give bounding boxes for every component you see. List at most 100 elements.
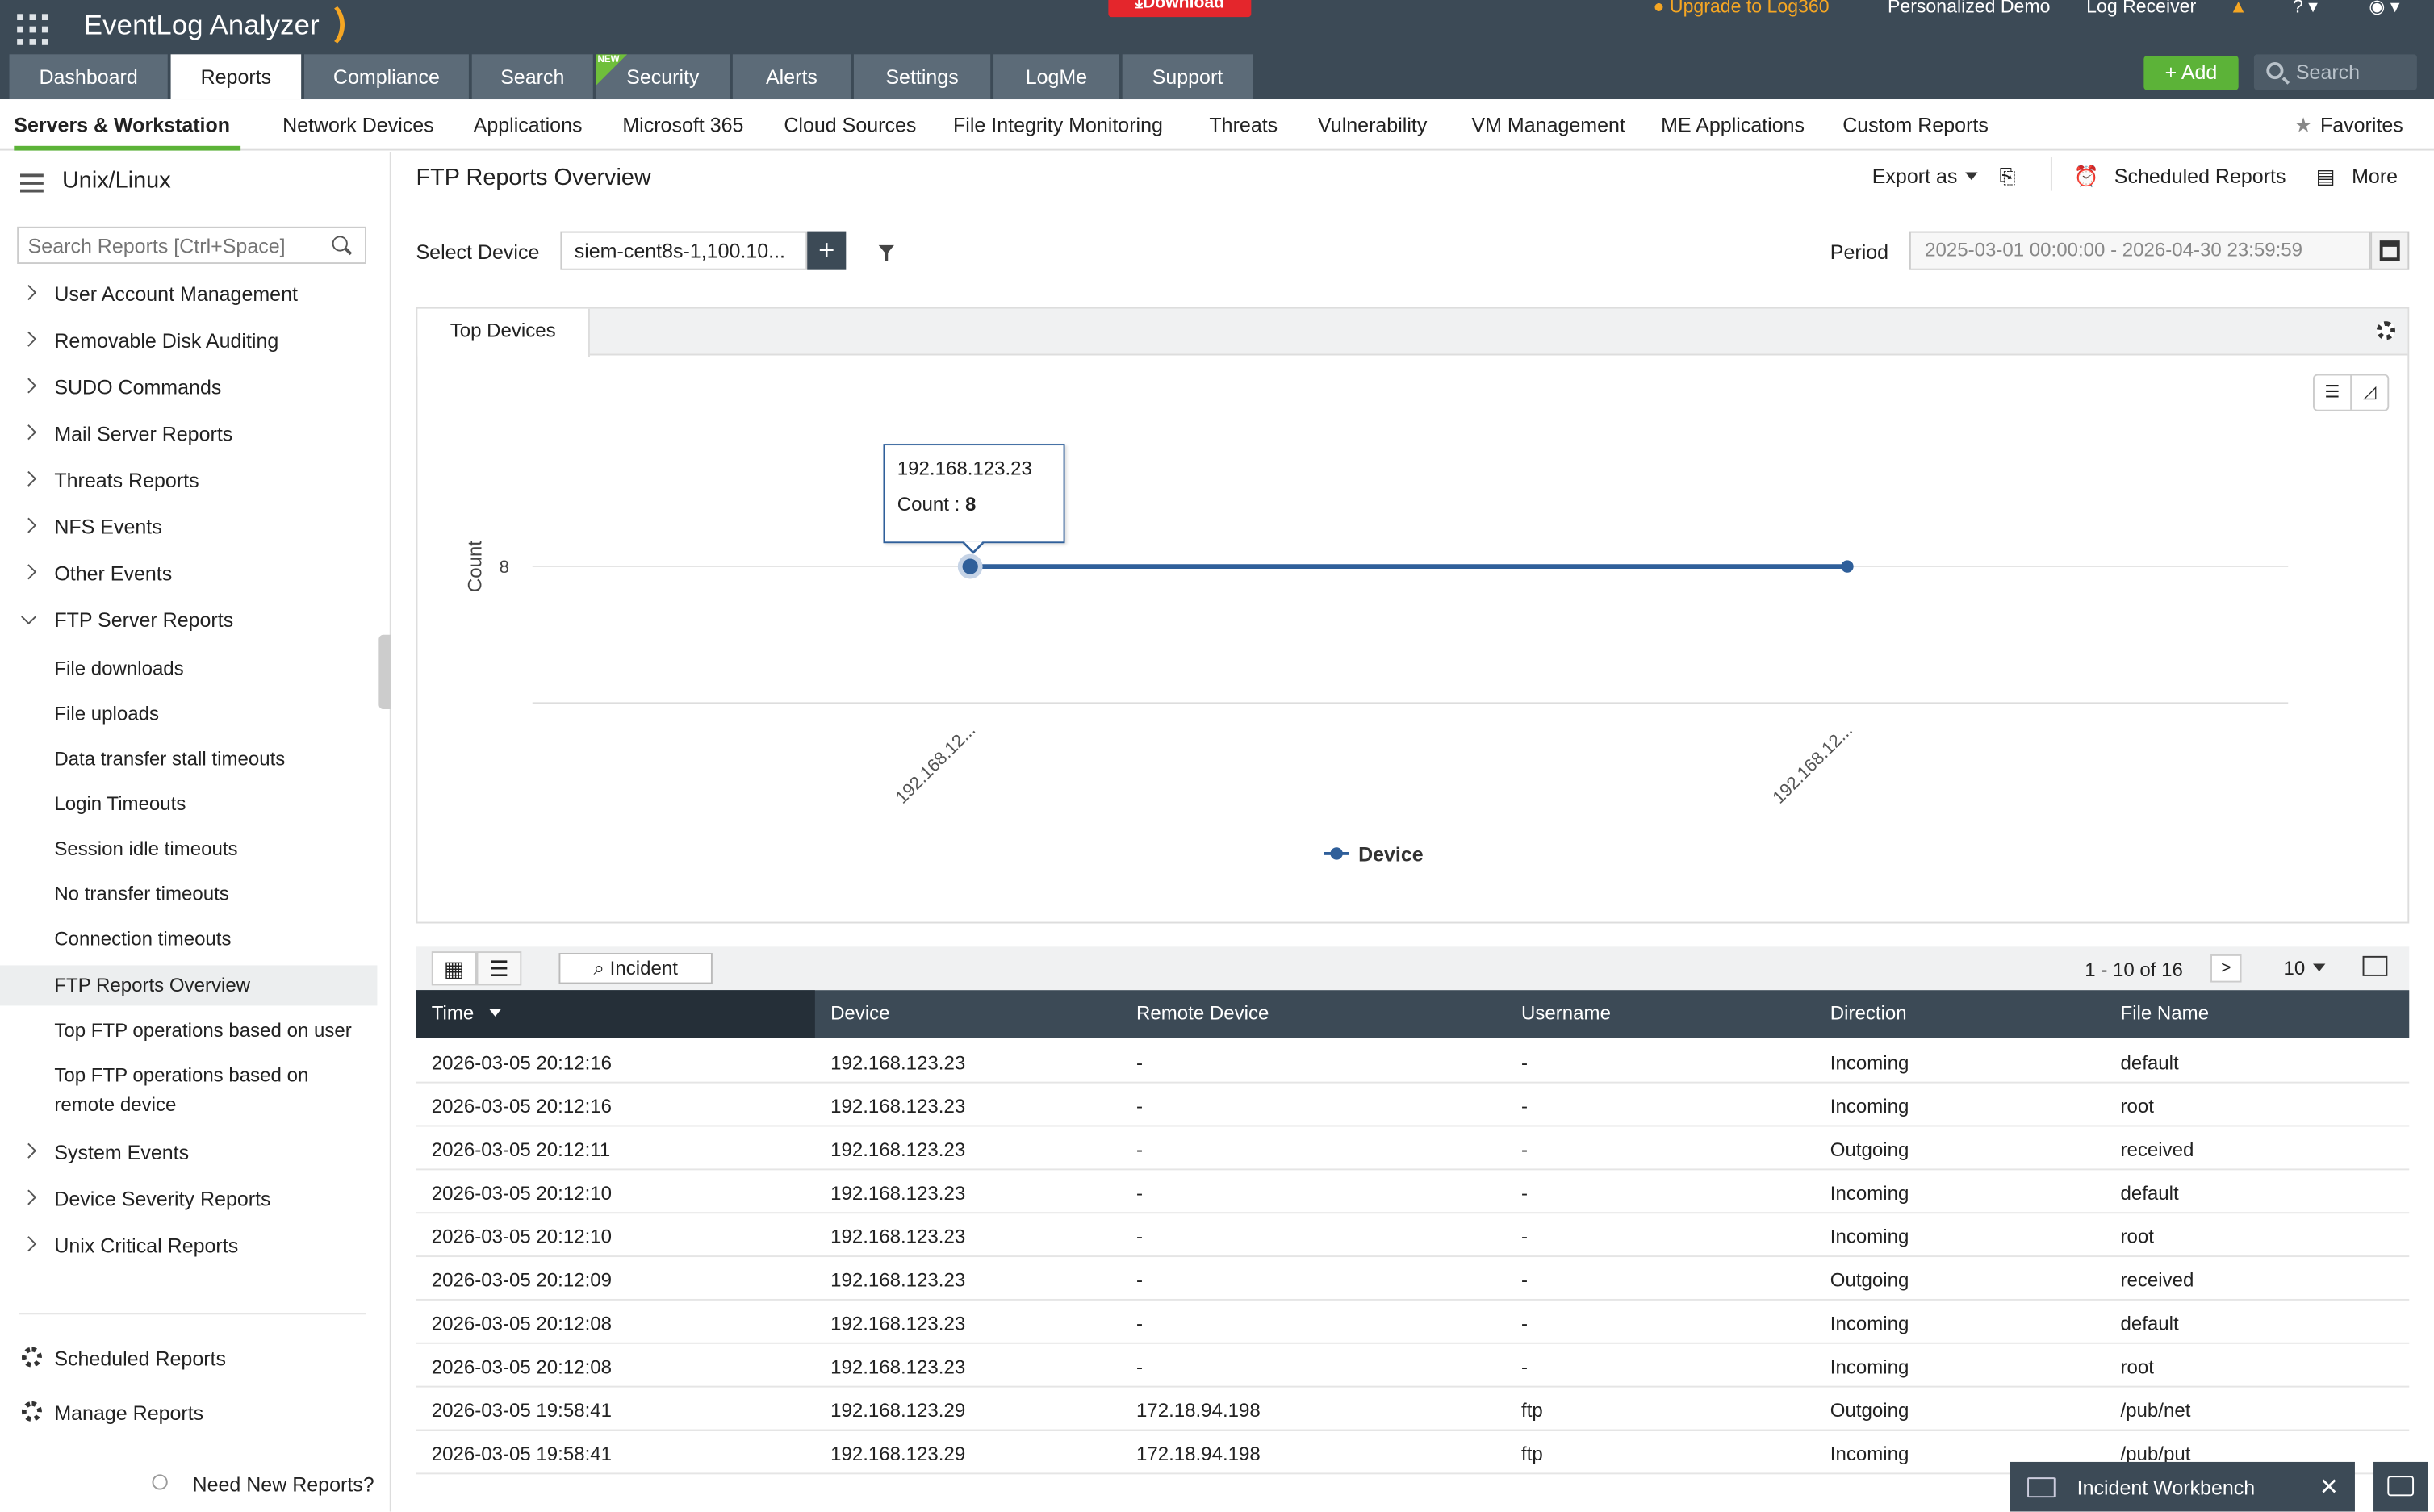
chevron-right-icon[interactable] xyxy=(21,564,37,580)
chevron-right-icon[interactable] xyxy=(21,517,37,533)
sidebar-subitem-no-transfer-timeouts[interactable]: No transfer timeouts xyxy=(54,880,228,910)
sidebar-item-threats-reports[interactable]: Threats Reports xyxy=(54,469,199,492)
column-header-time[interactable]: Time xyxy=(416,990,815,1038)
subnav-file-integrity-monitoring[interactable]: File Integrity Monitoring xyxy=(953,113,1163,136)
chevron-right-icon[interactable] xyxy=(21,1189,37,1205)
filter-icon[interactable] xyxy=(878,244,894,261)
chart-legend[interactable]: Device xyxy=(1324,842,1424,866)
chevron-right-icon[interactable] xyxy=(21,1142,37,1159)
table-row[interactable]: 2026-03-05 20:12:11 192.168.123.23 - - Outgo… xyxy=(416,1126,2410,1171)
subnav-vm-management[interactable]: VM Management xyxy=(1471,113,1625,136)
device-select[interactable]: siem-cent8s-1,100.10... xyxy=(560,231,808,270)
next-page-button[interactable]: > xyxy=(2210,954,2242,983)
sidebar-subitem-login-timeouts[interactable]: Login Timeouts xyxy=(54,790,186,820)
tab-search[interactable]: Search xyxy=(471,54,593,100)
sidebar-subitem-ftp-reports-overview[interactable]: FTP Reports Overview xyxy=(0,965,378,1006)
sidebar-item-system-events[interactable]: System Events xyxy=(54,1141,189,1164)
chevron-right-icon[interactable] xyxy=(21,331,37,347)
subnav-me-applications[interactable]: ME Applications xyxy=(1661,113,1805,136)
list-view-icon[interactable]: ☰ xyxy=(476,951,522,986)
sort-desc-icon[interactable] xyxy=(489,1009,502,1017)
column-header-file-name[interactable]: File Name xyxy=(2121,1003,2210,1025)
tab-logme[interactable]: LogMe xyxy=(993,54,1119,100)
chevron-right-icon[interactable] xyxy=(21,424,37,441)
tab-reports[interactable]: Reports xyxy=(170,54,302,100)
add-button[interactable]: + Add xyxy=(2143,56,2239,90)
table-row[interactable]: 2026-03-05 20:12:08 192.168.123.23 - - Incom… xyxy=(416,1301,2410,1344)
period-input[interactable]: 2025-03-01 00:00:00 - 2026-04-30 23:59:5… xyxy=(1909,231,2371,270)
column-header-device[interactable]: Device xyxy=(830,1003,890,1025)
sidebar-subitem-connection-timeouts[interactable]: Connection timeouts xyxy=(54,925,231,954)
page-size-select[interactable]: 10 xyxy=(2283,958,2326,979)
add-device-button[interactable]: + xyxy=(807,231,847,270)
incident-button[interactable]: ⌕ Incident xyxy=(558,953,713,984)
sidebar-subitem-top-ftp-ops-remote-line2[interactable]: remote device xyxy=(54,1091,176,1121)
sidebar-item-ftp-server-reports[interactable]: FTP Server Reports xyxy=(54,608,233,632)
column-header-remote-device[interactable]: Remote Device xyxy=(1136,1003,1269,1025)
sidebar-item-unix-critical-reports[interactable]: Unix Critical Reports xyxy=(54,1234,238,1257)
upgrade-link[interactable]: ● Upgrade to Log360 xyxy=(1654,0,1830,17)
menu-icon[interactable] xyxy=(20,173,44,193)
search-icon[interactable] xyxy=(332,236,348,252)
personalized-demo-link[interactable]: Personalized Demo xyxy=(1888,0,2050,17)
export-pdf-icon[interactable]: ⎘ xyxy=(1999,165,2015,190)
data-point[interactable] xyxy=(1841,560,1854,573)
subnav-applications[interactable]: Applications xyxy=(474,113,583,136)
need-new-reports-link[interactable]: Need New Reports? xyxy=(193,1472,374,1496)
chevron-right-icon[interactable] xyxy=(21,1236,37,1252)
sidebar-item-mail-server-reports[interactable]: Mail Server Reports xyxy=(54,422,232,445)
download-button[interactable]: ⤓Download xyxy=(1108,0,1252,18)
sidebar-subitem-top-ftp-ops-remote[interactable]: Top FTP operations based on xyxy=(54,1062,308,1092)
table-row[interactable]: 2026-03-05 20:12:16 192.168.123.23 - - Incom… xyxy=(416,1084,2410,1127)
help-icon[interactable]: ? ▾ xyxy=(2293,0,2318,17)
more-button[interactable]: More xyxy=(2352,165,2398,188)
column-settings-icon[interactable] xyxy=(2362,955,2388,976)
chevron-right-icon[interactable] xyxy=(21,470,37,487)
subnav-custom-reports[interactable]: Custom Reports xyxy=(1842,113,1989,136)
sidebar-item-removable-disk-auditing[interactable]: Removable Disk Auditing xyxy=(54,329,278,353)
sidebar-item-nfs-events[interactable]: NFS Events xyxy=(54,516,161,539)
sidebar-item-user-account-management[interactable]: User Account Management xyxy=(54,282,298,306)
subnav-microsoft-365[interactable]: Microsoft 365 xyxy=(622,113,743,136)
chevron-right-icon[interactable] xyxy=(21,285,37,301)
bell-icon[interactable]: ▲ xyxy=(2229,0,2248,17)
table-row[interactable]: 2026-03-05 19:58:41 192.168.123.29 172.18.… xyxy=(416,1388,2410,1431)
tab-compliance[interactable]: Compliance xyxy=(304,54,469,100)
column-header-username[interactable]: Username xyxy=(1521,1003,1611,1025)
close-icon[interactable]: ✕ xyxy=(2319,1472,2339,1501)
favorites-link[interactable]: ★ Favorites xyxy=(2294,113,2403,138)
table-row[interactable]: 2026-03-05 20:12:16 192.168.123.23 - - Incom… xyxy=(416,1040,2410,1084)
calendar-icon[interactable] xyxy=(2370,231,2410,270)
incident-workbench-bar[interactable]: Incident Workbench ✕ xyxy=(2010,1461,2355,1512)
sidebar-subitem-session-idle-timeouts[interactable]: Session idle timeouts xyxy=(54,835,237,865)
tab-support[interactable]: Support xyxy=(1122,54,1253,100)
column-header-direction[interactable]: Direction xyxy=(1830,1003,1907,1025)
manage-reports-link[interactable]: Manage Reports xyxy=(54,1401,203,1425)
tab-dashboard[interactable]: Dashboard xyxy=(9,54,168,100)
subnav-cloud-sources[interactable]: Cloud Sources xyxy=(784,113,916,136)
tab-security[interactable]: NEW Security xyxy=(596,54,730,100)
scheduled-reports-button[interactable]: Scheduled Reports xyxy=(2114,165,2286,188)
sidebar-item-device-severity-reports[interactable]: Device Severity Reports xyxy=(54,1187,270,1210)
tab-settings[interactable]: Settings xyxy=(853,54,991,100)
sidebar-subitem-top-ftp-ops-user[interactable]: Top FTP operations based on user xyxy=(54,1017,351,1046)
sidebar-item-sudo-commands[interactable]: SUDO Commands xyxy=(54,375,221,399)
sidebar-subitem-file-downloads[interactable]: File downloads xyxy=(54,655,183,685)
scheduled-reports-link[interactable]: Scheduled Reports xyxy=(54,1347,226,1371)
export-as-dropdown[interactable]: Export as xyxy=(1872,165,1978,188)
tab-alerts[interactable]: Alerts xyxy=(732,54,851,100)
subnav-servers-workstation[interactable]: Servers & Workstation xyxy=(14,113,230,136)
table-row[interactable]: 2026-03-05 20:12:10 192.168.123.23 - - Incom… xyxy=(416,1213,2410,1258)
table-view-icon[interactable]: ▦ xyxy=(431,951,477,986)
log-receiver-link[interactable]: Log Receiver xyxy=(2086,0,2196,17)
sidebar-item-other-events[interactable]: Other Events xyxy=(54,562,172,585)
global-search-input[interactable]: Search xyxy=(2253,54,2417,90)
chevron-right-icon[interactable] xyxy=(21,378,37,394)
data-point[interactable] xyxy=(962,558,978,574)
subnav-network-devices[interactable]: Network Devices xyxy=(282,113,434,136)
app-grid-icon[interactable] xyxy=(17,14,48,45)
sidebar-collapse-handle[interactable] xyxy=(378,634,391,710)
sidebar-subitem-data-transfer-stall-timeouts[interactable]: Data transfer stall timeouts xyxy=(54,745,285,775)
report-search-input[interactable] xyxy=(17,226,366,264)
chevron-down-icon[interactable] xyxy=(21,609,37,625)
